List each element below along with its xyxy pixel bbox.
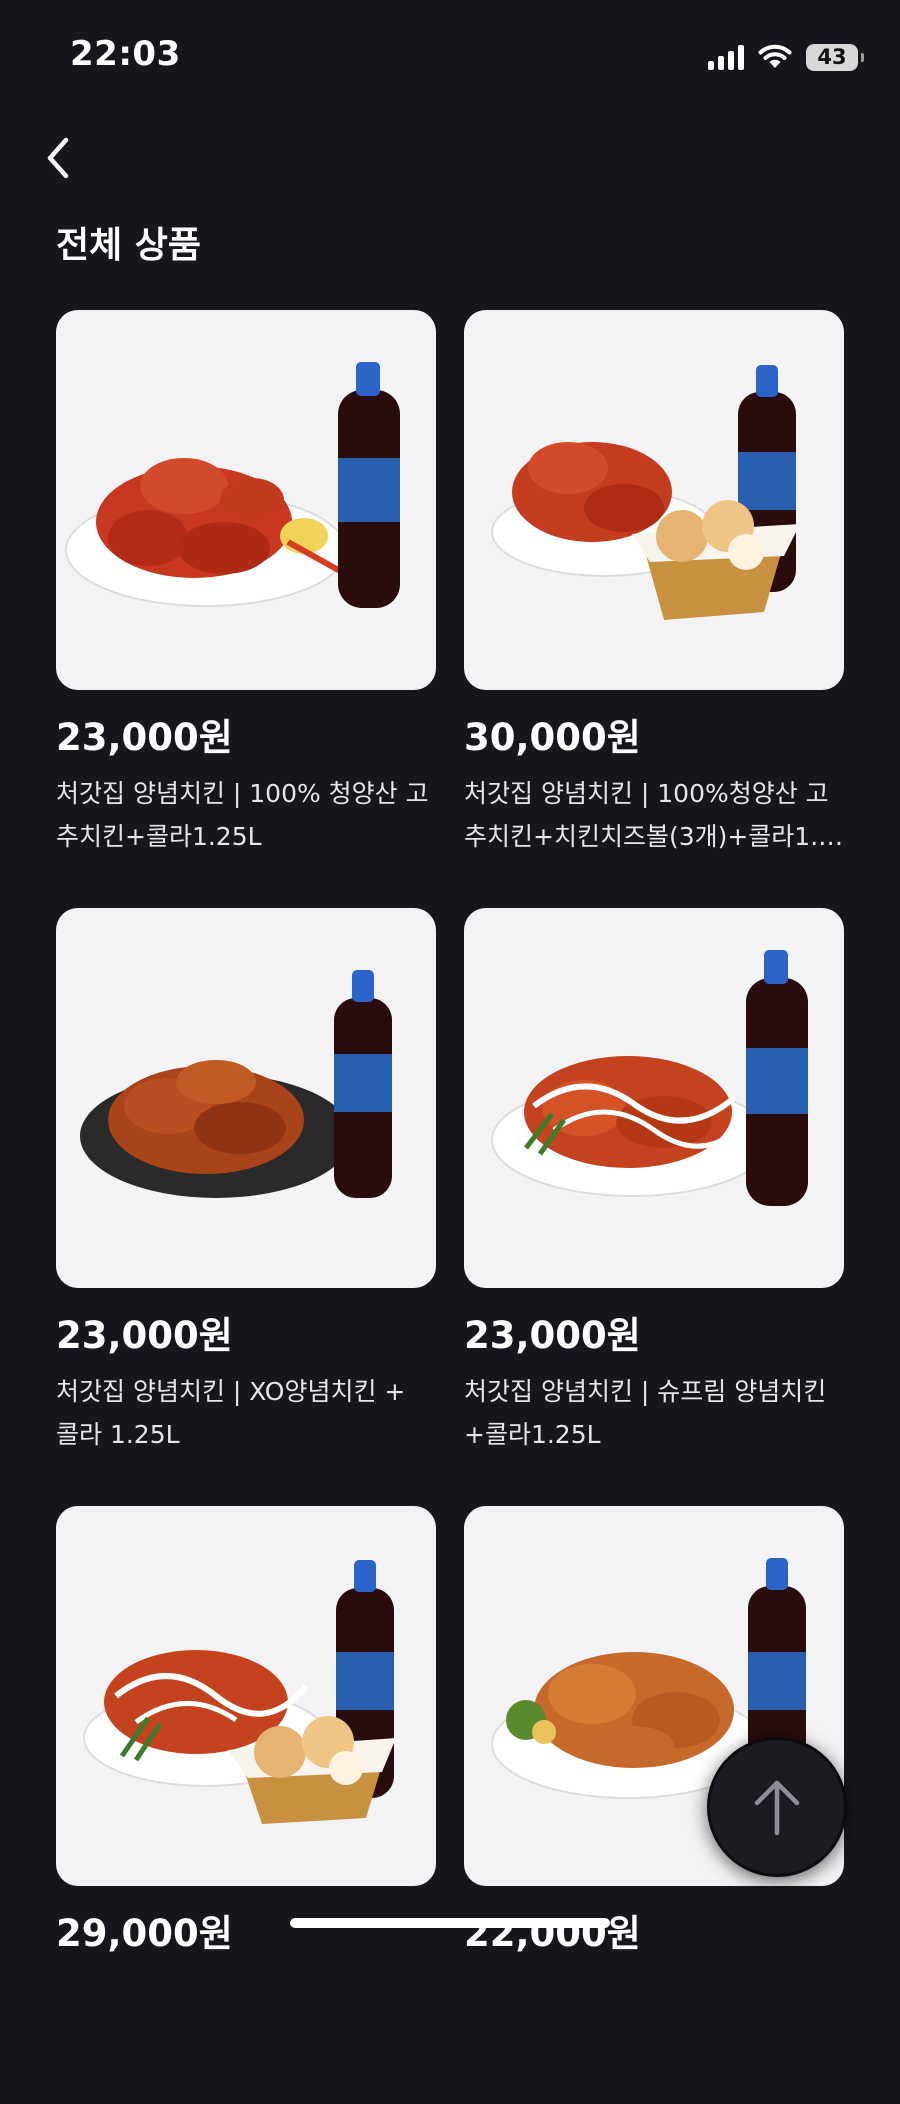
product-price: 23,000원 bbox=[56, 1314, 233, 1357]
product-image bbox=[56, 908, 436, 1288]
product-price: 30,000원 bbox=[464, 716, 641, 759]
status-icons: 43 bbox=[708, 40, 864, 74]
battery-icon: 43 bbox=[806, 43, 864, 71]
product-card[interactable]: 23,000원 처갓집 양념치킨 | 100% 청양산 고추치킨+콜라1.25L bbox=[56, 310, 436, 908]
product-name: 처갓집 양념치킨 | 100% 청양산 고추치킨+콜라1.25L bbox=[56, 779, 429, 851]
arrow-up-icon bbox=[754, 1780, 800, 1836]
product-price: 23,000원 bbox=[464, 1314, 641, 1357]
product-name: 처갓집 양념치킨 | 슈프림 양념치킨+콜라1.25L bbox=[464, 1377, 827, 1449]
status-bar: 22:03 43 bbox=[0, 0, 900, 110]
signal-icon bbox=[708, 44, 744, 70]
product-card[interactable]: 29,000원 bbox=[56, 1506, 436, 2104]
product-image bbox=[464, 310, 844, 690]
product-card[interactable]: 30,000원 처갓집 양념치킨 | 100%청양산 고추치킨+치킨치즈볼(3개… bbox=[464, 310, 844, 908]
product-image bbox=[56, 1506, 436, 1886]
page-title: 전체 상품 bbox=[56, 225, 202, 266]
product-name: 처갓집 양념치킨 | 100%청양산 고추치킨+치킨치즈볼(3개)+콜라1.25… bbox=[464, 779, 835, 851]
scroll-to-top-button[interactable] bbox=[707, 1737, 847, 1877]
wifi-icon bbox=[758, 44, 792, 70]
back-button[interactable] bbox=[34, 130, 84, 186]
product-name: 처갓집 양념치킨 | XO양념치킨 + 콜라 1.25L bbox=[56, 1377, 406, 1449]
product-card[interactable]: 23,000원 처갓집 양념치킨 | 슈프림 양념치킨+콜라1.25L bbox=[464, 908, 844, 1506]
product-image bbox=[464, 908, 844, 1288]
home-indicator bbox=[290, 1918, 610, 1928]
chevron-left-icon bbox=[47, 137, 69, 179]
product-card[interactable]: 23,000원 처갓집 양념치킨 | XO양념치킨 + 콜라 1.25L bbox=[56, 908, 436, 1506]
product-image bbox=[56, 310, 436, 690]
status-time: 22:03 bbox=[70, 34, 181, 74]
product-price: 23,000원 bbox=[56, 716, 233, 759]
